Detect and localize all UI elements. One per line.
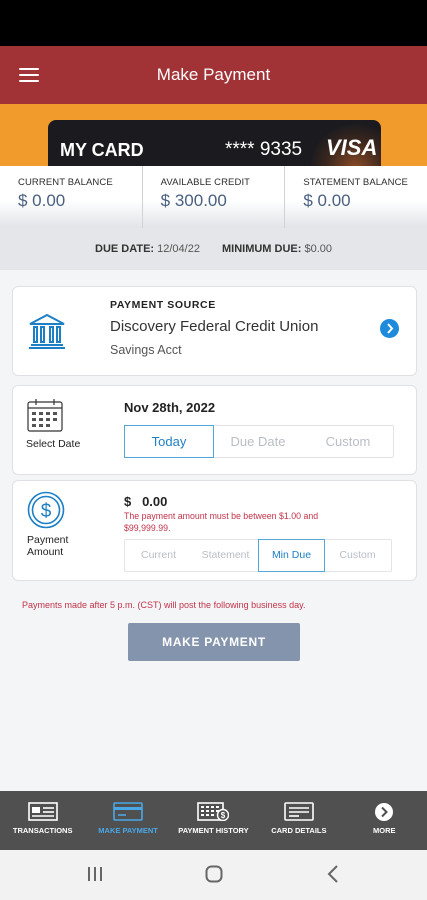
system-nav-bar xyxy=(0,850,427,900)
tab-make-payment-label: MAKE PAYMENT xyxy=(98,826,158,835)
payment-amount-label-line2: Amount xyxy=(27,546,64,558)
due-date: DUE DATE: 12/04/22 xyxy=(95,243,200,255)
payment-source-label: PAYMENT SOURCE xyxy=(110,299,216,311)
statement-balance-value: $ 0.00 xyxy=(303,191,351,210)
tab-transactions[interactable]: TRANSACTIONS xyxy=(0,791,85,850)
tab-card-details[interactable]: CARD DETAILS xyxy=(256,791,341,850)
due-date-label: DUE DATE: xyxy=(95,243,155,255)
make-payment-button[interactable]: MAKE PAYMENT xyxy=(128,623,300,661)
date-option-selector: Today Due Date Custom xyxy=(124,425,394,458)
card-banner: MY CARD **** 9335 VISA xyxy=(0,104,427,166)
payment-card-icon xyxy=(113,802,143,821)
minimum-due: MINIMUM DUE: $0.00 xyxy=(222,243,332,255)
app-header: Make Payment xyxy=(0,46,427,104)
payment-source-account: Savings Acct xyxy=(110,343,182,357)
chevron-right-icon[interactable] xyxy=(380,319,399,338)
recents-icon[interactable] xyxy=(87,865,103,883)
amount-option-statement[interactable]: Statement xyxy=(192,540,259,571)
payment-source-panel[interactable]: PAYMENT SOURCE Discovery Federal Credit … xyxy=(12,286,417,376)
tab-more-label: MORE xyxy=(373,826,396,835)
payment-source-name: Discovery Federal Credit Union xyxy=(110,318,319,335)
minimum-due-value: $0.00 xyxy=(304,243,332,255)
selected-date: Nov 28th, 2022 xyxy=(124,400,216,415)
date-option-due-date[interactable]: Due Date xyxy=(213,426,303,457)
select-date-label: Select Date xyxy=(26,438,81,450)
cutoff-notice: Payments made after 5 p.m. (CST) will po… xyxy=(22,600,306,610)
current-balance: CURRENT BALANCE $ 0.00 xyxy=(0,166,142,228)
payment-amount-panel: $ Payment Amount $ 0.00 The payment amou… xyxy=(12,480,417,581)
svg-text:$: $ xyxy=(221,811,226,820)
calendar-icon xyxy=(27,399,63,432)
due-info: DUE DATE: 12/04/22 MINIMUM DUE: $0.00 xyxy=(0,228,427,270)
payment-amount-label-line1: Payment xyxy=(27,534,69,546)
statement-balance-label: STATEMENT BALANCE xyxy=(303,177,408,188)
payment-amount-input[interactable]: $ 0.00 xyxy=(124,494,167,509)
available-credit: AVAILABLE CREDIT $ 300.00 xyxy=(141,166,285,228)
available-credit-value: $ 300.00 xyxy=(160,191,227,210)
balance-summary: CURRENT BALANCE $ 0.00 AVAILABLE CREDIT … xyxy=(0,166,427,228)
back-icon[interactable] xyxy=(327,865,339,883)
statement-balance: STATEMENT BALANCE $ 0.00 xyxy=(284,166,427,228)
minimum-due-label: MINIMUM DUE: xyxy=(221,243,302,255)
transactions-icon xyxy=(27,802,58,821)
tab-card-details-label: CARD DETAILS xyxy=(271,826,327,835)
current-balance-value: $ 0.00 xyxy=(18,191,66,210)
page-title: Make Payment xyxy=(156,65,271,84)
date-option-custom[interactable]: Custom xyxy=(303,426,393,457)
due-date-value: 12/04/22 xyxy=(157,243,200,255)
amount-option-min-due[interactable]: Min Due xyxy=(258,539,325,572)
tab-payment-history-label: PAYMENT HISTORY xyxy=(178,826,249,835)
date-panel: Select Date Nov 28th, 2022 Today Due Dat… xyxy=(12,385,417,475)
home-icon[interactable] xyxy=(205,865,223,883)
amount-option-current[interactable]: Current xyxy=(125,540,192,571)
tab-make-payment[interactable]: MAKE PAYMENT xyxy=(85,791,170,850)
date-option-today[interactable]: Today xyxy=(124,425,214,458)
current-balance-label: CURRENT BALANCE xyxy=(18,177,113,188)
tab-payment-history[interactable]: $ PAYMENT HISTORY xyxy=(171,791,256,850)
svg-text:$: $ xyxy=(41,501,52,522)
payment-amount-error: The payment amount must be between $1.00… xyxy=(124,511,319,533)
card-details-icon xyxy=(284,802,314,821)
dollar-icon: $ xyxy=(27,491,65,529)
tab-more[interactable]: MORE xyxy=(342,791,427,850)
payment-history-icon: $ xyxy=(197,802,230,821)
amount-option-custom[interactable]: Custom xyxy=(324,540,391,571)
bottom-tab-bar: TRANSACTIONS MAKE PAYMENT $ PAYMENT HIST… xyxy=(0,791,427,850)
status-bar xyxy=(0,0,427,46)
tab-transactions-label: TRANSACTIONS xyxy=(12,826,73,835)
available-credit-label: AVAILABLE CREDIT xyxy=(160,177,251,188)
bank-icon xyxy=(29,313,65,349)
more-icon xyxy=(375,803,394,821)
card-name: MY CARD xyxy=(60,140,144,160)
payment-amount-label: Payment Amount xyxy=(27,534,68,558)
credit-card-image: MY CARD **** 9335 VISA xyxy=(48,120,381,166)
amount-option-selector: Current Statement Min Due Custom xyxy=(124,539,392,572)
card-number: **** 9335 xyxy=(225,139,303,160)
visa-logo: VISA xyxy=(326,135,378,160)
